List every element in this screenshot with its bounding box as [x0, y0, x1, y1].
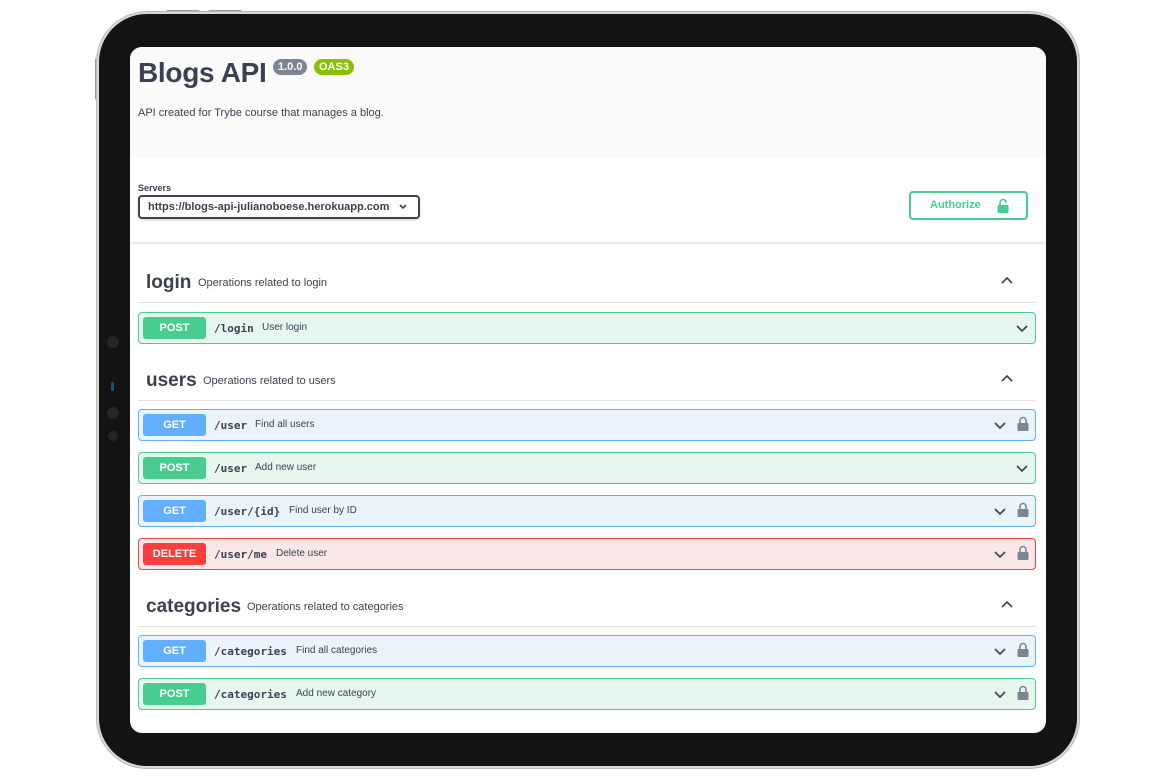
- chevron-up-icon: [1001, 374, 1013, 382]
- lock-icon[interactable]: [1017, 685, 1029, 701]
- method-badge: POST: [143, 457, 206, 479]
- method-badge: GET: [143, 500, 206, 522]
- tag-users[interactable]: users Operations related to users: [138, 357, 1036, 401]
- chevron-up-icon: [1001, 276, 1013, 284]
- operation-path: /login: [214, 322, 254, 335]
- operation-delete-user-me[interactable]: DELETE /user/me Delete user: [138, 538, 1036, 570]
- method-badge: POST: [143, 317, 206, 339]
- chevron-down-icon[interactable]: [1015, 462, 1029, 476]
- operation-summary: Find all users: [255, 419, 315, 430]
- tag-description: Operations related to categories: [247, 601, 404, 613]
- operation-summary: Find all categories: [296, 645, 378, 656]
- operation-summary: Add new category: [296, 688, 377, 699]
- chevron-up-icon: [1001, 600, 1013, 608]
- lock-icon[interactable]: [1017, 416, 1029, 432]
- tag-description: Operations related to login: [198, 277, 328, 289]
- operation-summary: Add new user: [255, 462, 317, 473]
- tag-name: login: [146, 272, 192, 293]
- tag-login[interactable]: login Operations related to login: [138, 259, 1036, 303]
- operation-summary: User login: [262, 322, 308, 333]
- chevron-down-icon[interactable]: [1015, 322, 1029, 336]
- tag-description: Operations related to users: [203, 375, 336, 387]
- chevron-down-icon[interactable]: [993, 505, 1007, 519]
- device-sensor: [107, 336, 119, 348]
- servers-select[interactable]: https://blogs-api-julianoboese.herokuapp…: [138, 195, 420, 219]
- lock-icon[interactable]: [1017, 642, 1029, 658]
- method-badge: DELETE: [143, 543, 206, 565]
- method-badge: POST: [143, 683, 206, 705]
- lock-icon[interactable]: [1017, 545, 1029, 561]
- operation-path: /user: [214, 419, 248, 432]
- chevron-down-icon[interactable]: [993, 645, 1007, 659]
- operation-get-user-by-id[interactable]: GET /user/{id} Find user by ID: [138, 495, 1036, 527]
- operation-path: /categories: [214, 688, 287, 701]
- oas-badge: OAS3: [314, 59, 354, 75]
- chevron-down-icon[interactable]: [993, 688, 1007, 702]
- version-badge: 1.0.0: [273, 59, 308, 75]
- scheme-container: Servers https://blogs-api-julianoboese.h…: [130, 158, 1046, 243]
- swagger-ui-screen: Blogs API 1.0.0 OAS3 API created for Try…: [130, 47, 1046, 733]
- operation-path: /user/{id}: [214, 505, 281, 518]
- lock-icon[interactable]: [1017, 502, 1029, 518]
- servers-selected-value: https://blogs-api-julianoboese.herokuapp…: [148, 201, 390, 213]
- tag-name: users: [146, 370, 197, 391]
- servers-label: Servers: [138, 183, 172, 193]
- method-badge: GET: [143, 640, 206, 662]
- operation-summary: Find user by ID: [289, 505, 357, 516]
- operation-path: /user: [214, 462, 248, 475]
- operation-post-login[interactable]: POST /login User login: [138, 312, 1036, 344]
- authorize-button[interactable]: Authorize: [909, 191, 1028, 220]
- tag-categories[interactable]: categories Operations related to categor…: [138, 583, 1036, 627]
- device-sensor: [108, 431, 118, 441]
- operation-post-categories[interactable]: POST /categories Add new category: [138, 678, 1036, 710]
- page-title: Blogs API: [138, 57, 267, 88]
- device-sensor: [107, 407, 119, 419]
- api-description: API created for Trybe course that manage…: [138, 107, 384, 119]
- operation-post-user[interactable]: POST /user Add new user: [138, 452, 1036, 484]
- chevron-down-icon[interactable]: [993, 548, 1007, 562]
- method-badge: GET: [143, 414, 206, 436]
- chevron-down-icon: [398, 197, 408, 224]
- lock-open-icon: [997, 198, 1009, 223]
- operation-path: /user/me: [214, 548, 267, 561]
- operation-path: /categories: [214, 645, 287, 658]
- operation-get-categories[interactable]: GET /categories Find all categories: [138, 635, 1036, 667]
- authorize-label: Authorize: [930, 199, 981, 211]
- device-sensor-indicator: [111, 382, 114, 391]
- tag-name: categories: [146, 596, 242, 617]
- chevron-down-icon[interactable]: [993, 419, 1007, 433]
- operation-summary: Delete user: [276, 548, 328, 559]
- api-info: Blogs API 1.0.0 OAS3 API created for Try…: [130, 47, 1046, 158]
- operation-get-user[interactable]: GET /user Find all users: [138, 409, 1036, 441]
